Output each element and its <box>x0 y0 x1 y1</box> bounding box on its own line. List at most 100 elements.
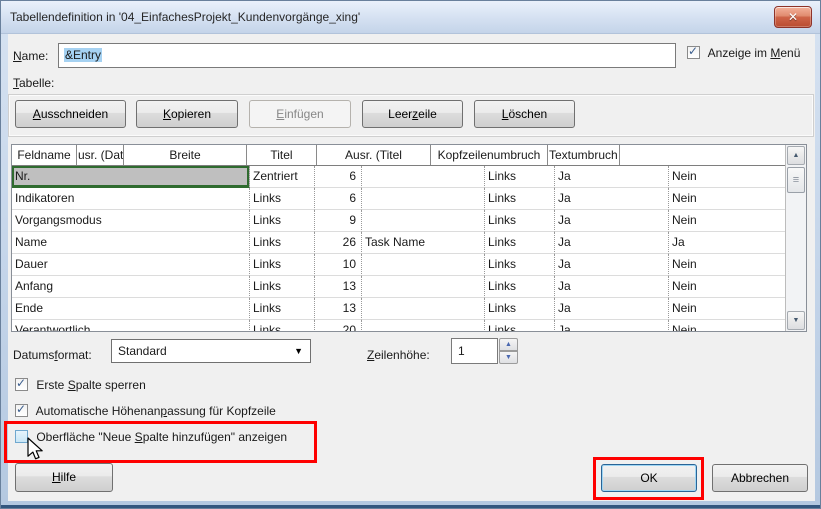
name-input[interactable]: &Entry <box>58 43 676 68</box>
table-cell-ausr-titel[interactable]: Links <box>485 188 555 210</box>
table-row: Indikatoren Links 6 Links Ja Nein <box>12 188 786 210</box>
table-header-cell[interactable]: Titel <box>247 145 317 165</box>
table-cell-breite[interactable]: 6 <box>315 188 362 210</box>
table-cell-ausr-titel[interactable]: Links <box>485 166 555 188</box>
table-cell-kopfzeilenumbruch[interactable]: Ja <box>555 166 669 188</box>
titlebar[interactable]: Tabellendefinition in '04_EinfachesProje… <box>1 1 820 34</box>
field-table: Feldnameusr. (DaterBreiteTitelAusr. (Tit… <box>11 144 807 332</box>
table-cell-ausr-daten[interactable]: Zentriert <box>250 166 315 188</box>
table-cell-titel[interactable] <box>362 210 485 232</box>
table-row: Nr. Zentriert 6 Links Ja Nein <box>12 166 786 188</box>
insert-row-button[interactable]: Leerzeile <box>362 100 463 128</box>
table-header-cell[interactable]: Ausr. (Titel <box>317 145 431 165</box>
table-header-cell[interactable]: usr. (Dater <box>77 145 124 165</box>
cancel-button[interactable]: Abbrechen <box>712 464 808 492</box>
table-cell-breite[interactable]: 26 <box>315 232 362 254</box>
table-row: Vorgangsmodus Links 9 Links Ja Nein <box>12 210 786 232</box>
table-cell-feldname[interactable]: Verantwortlich <box>12 320 250 332</box>
checkbox-box[interactable]: ✓ <box>15 404 28 417</box>
table-cell-ausr-titel[interactable]: Links <box>485 320 555 332</box>
paste-button: Einfügen <box>249 100 351 128</box>
table-cell-kopfzeilenumbruch[interactable]: Ja <box>555 320 669 332</box>
table-cell-breite[interactable]: 13 <box>315 298 362 320</box>
checkbox-box[interactable]: ✓ <box>687 46 700 59</box>
table-cell-ausr-daten[interactable]: Links <box>250 188 315 210</box>
table-cell-ausr-daten[interactable]: Links <box>250 276 315 298</box>
table-cell-feldname[interactable]: Vorgangsmodus <box>12 210 250 232</box>
table-cell-kopfzeilenumbruch[interactable]: Ja <box>555 210 669 232</box>
chevron-down-icon: ▼ <box>294 346 303 356</box>
table-cell-breite[interactable]: 20 <box>315 320 362 332</box>
table-header-cell[interactable]: Feldname <box>12 145 77 165</box>
spinner-up-icon[interactable]: ▲ <box>499 338 518 351</box>
table-cell-textumbruch[interactable]: Ja <box>669 232 786 254</box>
table-cell-feldname[interactable]: Indikatoren <box>12 188 250 210</box>
delete-button[interactable]: Löschen <box>474 100 575 128</box>
table-cell-feldname[interactable]: Name <box>12 232 250 254</box>
table-cell-kopfzeilenumbruch[interactable]: Ja <box>555 276 669 298</box>
table-cell-ausr-titel[interactable]: Links <box>485 254 555 276</box>
table-cell-ausr-titel[interactable]: Links <box>485 210 555 232</box>
lock-first-column-checkbox[interactable]: ✓ Erste Spalte sperren <box>15 378 146 392</box>
table-cell-titel[interactable] <box>362 298 485 320</box>
table-scrollbar[interactable]: ▲ ≡ ▼ <box>785 145 806 331</box>
table-cell-textumbruch[interactable]: Nein <box>669 276 786 298</box>
show-in-menu-checkbox[interactable]: ✓ Anzeige im Menü <box>687 46 800 60</box>
table-cell-kopfzeilenumbruch[interactable]: Ja <box>555 188 669 210</box>
table-row: Verantwortlich Links 20 Links Ja Nein <box>12 320 786 332</box>
scrollbar-thumb[interactable]: ≡ <box>787 167 805 193</box>
table-cell-ausr-titel[interactable]: Links <box>485 276 555 298</box>
checkmark-icon: ✓ <box>16 402 26 416</box>
table-cell-ausr-daten[interactable]: Links <box>250 232 315 254</box>
table-cell-breite[interactable]: 13 <box>315 276 362 298</box>
ok-button[interactable]: OK <box>601 464 697 492</box>
table-cell-textumbruch[interactable]: Nein <box>669 298 786 320</box>
table-cell-feldname[interactable]: Ende <box>12 298 250 320</box>
dialog-body: Name: &Entry ✓ Anzeige im Menü Tabelle: … <box>8 34 815 501</box>
table-cell-ausr-titel[interactable]: Links <box>485 298 555 320</box>
table-cell-textumbruch[interactable]: Nein <box>669 254 786 276</box>
table-row: Dauer Links 10 Links Ja Nein <box>12 254 786 276</box>
table-cell-feldname[interactable]: Dauer <box>12 254 250 276</box>
table-cell-breite[interactable]: 6 <box>315 166 362 188</box>
table-cell-kopfzeilenumbruch[interactable]: Ja <box>555 254 669 276</box>
checkbox-box[interactable]: ✓ <box>15 378 28 391</box>
table-cell-textumbruch[interactable]: Nein <box>669 188 786 210</box>
table-cell-titel[interactable] <box>362 276 485 298</box>
cut-button[interactable]: Ausschneiden <box>15 100 126 128</box>
scroll-up-icon[interactable]: ▲ <box>787 146 805 165</box>
table-cell-textumbruch[interactable]: Nein <box>669 210 786 232</box>
table-cell-kopfzeilenumbruch[interactable]: Ja <box>555 232 669 254</box>
table-cell-feldname[interactable]: Anfang <box>12 276 250 298</box>
table-cell-textumbruch[interactable]: Nein <box>669 320 786 332</box>
table-header-cell[interactable]: Textumbruch <box>548 145 620 165</box>
table-cell-titel[interactable] <box>362 166 485 188</box>
row-height-label: Zeilenhöhe: <box>367 348 430 362</box>
add-new-column-ui-checkbox[interactable]: Oberfläche "Neue Spalte hinzufügen" anze… <box>15 430 287 444</box>
scroll-down-icon[interactable]: ▼ <box>787 311 805 330</box>
table-cell-feldname[interactable]: Nr. <box>12 166 250 188</box>
table-cell-ausr-titel[interactable]: Links <box>485 232 555 254</box>
help-button[interactable]: Hilfe <box>15 463 113 492</box>
table-cell-breite[interactable]: 10 <box>315 254 362 276</box>
table-cell-titel[interactable] <box>362 188 485 210</box>
table-cell-breite[interactable]: 9 <box>315 210 362 232</box>
spinner-down-icon[interactable]: ▼ <box>499 351 518 364</box>
table-cell-ausr-daten[interactable]: Links <box>250 298 315 320</box>
auto-header-height-checkbox[interactable]: ✓ Automatische Höhenanpassung für Kopfze… <box>15 404 276 418</box>
table-cell-kopfzeilenumbruch[interactable]: Ja <box>555 298 669 320</box>
table-cell-ausr-daten[interactable]: Links <box>250 254 315 276</box>
table-cell-ausr-daten[interactable]: Links <box>250 320 315 332</box>
table-cell-textumbruch[interactable]: Nein <box>669 166 786 188</box>
table-cell-titel[interactable] <box>362 254 485 276</box>
close-icon[interactable]: ✕ <box>774 6 812 28</box>
row-height-input[interactable]: 1 <box>451 338 498 364</box>
table-header-cell[interactable]: Breite <box>124 145 247 165</box>
table-cell-ausr-daten[interactable]: Links <box>250 210 315 232</box>
table-cell-titel[interactable] <box>362 320 485 332</box>
date-format-select[interactable]: Standard ▼ <box>111 339 311 363</box>
table-header-cell[interactable]: Kopfzeilenumbruch <box>431 145 548 165</box>
copy-button[interactable]: Kopieren <box>136 100 238 128</box>
table-cell-titel[interactable]: Task Name <box>362 232 485 254</box>
checkbox-box[interactable] <box>15 430 28 443</box>
